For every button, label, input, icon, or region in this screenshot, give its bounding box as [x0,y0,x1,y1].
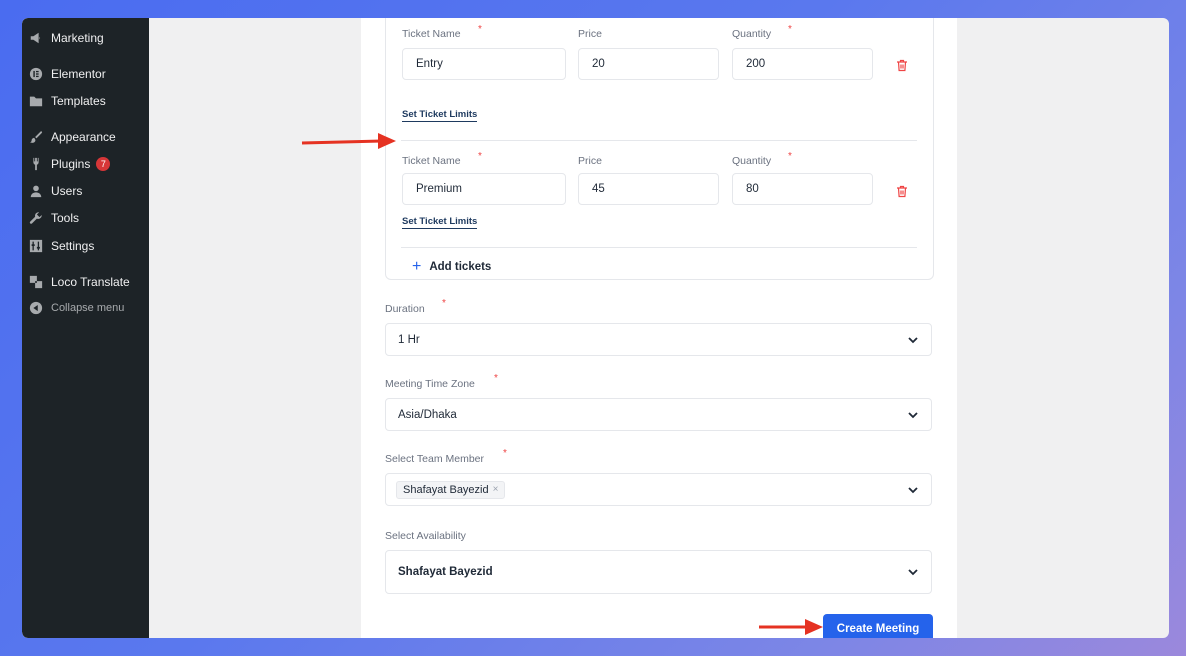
ticket-quantity-field[interactable]: 200 [732,48,873,80]
ticket-price-value: 20 [592,58,605,70]
required-mark: * [494,373,498,384]
sidebar-item-label: Plugins [51,157,91,171]
megaphone-icon [29,31,43,45]
chevron-down-icon [907,485,919,495]
annotation-arrow-icon [301,133,396,149]
required-mark: * [788,24,792,35]
annotation-arrow-icon [759,619,823,635]
duration-value: 1 Hr [398,333,420,346]
collapse-icon [29,301,43,315]
plugin-icon [29,157,43,171]
sidebar-item-label: Collapse menu [51,302,125,314]
create-meeting-button[interactable]: Create Meeting [823,614,933,638]
ticket-name-label: Ticket Name [402,155,461,167]
required-mark: * [478,151,482,162]
plus-icon: + [412,258,422,275]
timezone-select[interactable]: Asia/Dhaka [385,398,932,431]
price-label: Price [578,28,602,40]
sidebar-item-templates[interactable]: Templates [22,89,149,113]
ticket-divider [401,140,917,141]
delete-ticket-icon[interactable] [896,59,908,72]
delete-ticket-icon[interactable] [896,185,908,198]
chevron-down-icon [907,567,919,577]
ticket-name-field[interactable]: Entry [402,48,566,80]
chevron-down-icon [907,410,919,420]
team-member-select[interactable]: Shafayat Bayezid × [385,473,932,506]
tickets-section: Ticket Name * Price Quantity * Entry 20 … [385,18,934,280]
sidebar-item-label: Templates [51,94,106,108]
required-mark: * [503,448,507,459]
ticket-name-value: Entry [416,58,443,70]
required-mark: * [478,24,482,35]
duration-select[interactable]: 1 Hr [385,323,932,356]
sidebar-item-elementor[interactable]: Elementor [22,62,149,86]
team-member-chip: Shafayat Bayezid × [396,480,506,499]
sidebar-item-label: Appearance [51,130,116,144]
sidebar-item-label: Tools [51,211,80,225]
quantity-label: Quantity [732,28,772,40]
ticket-price-field[interactable]: 20 [578,48,719,80]
update-count-badge: 7 [96,157,111,171]
required-mark: * [788,151,792,162]
sidebar-item-label: Marketing [51,31,104,45]
ticket-price-field[interactable]: 45 [578,173,719,205]
ticket-name-label: Ticket Name [402,28,461,40]
duration-label: Duration [385,303,425,315]
required-mark: * [442,298,446,309]
set-ticket-limits-link[interactable]: Set Ticket Limits [402,109,478,122]
elementor-icon [29,67,43,81]
chevron-down-icon [907,335,919,345]
ticket-name-value: Premium [416,183,463,195]
admin-sidebar: Marketing Elementor Templates Appearance… [22,18,149,638]
set-ticket-limits-link[interactable]: Set Ticket Limits [402,216,478,229]
sidebar-item-appearance[interactable]: Appearance [22,125,149,149]
team-member-label: Select Team Member [385,453,485,465]
remove-chip-icon[interactable]: × [493,484,499,495]
app-window: Marketing Elementor Templates Appearance… [22,18,1169,638]
sidebar-item-label: Settings [51,239,95,253]
price-label: Price [578,155,602,167]
paintbrush-icon [29,130,43,144]
ticket-quantity-value: 80 [746,183,759,195]
sidebar-item-loco-translate[interactable]: Loco Translate [22,270,149,294]
timezone-value: Asia/Dhaka [398,408,457,421]
folder-icon [29,94,43,108]
meeting-form: Ticket Name * Price Quantity * Entry 20 … [361,18,957,638]
sidebar-item-label: Users [51,184,83,198]
sidebar-item-tools[interactable]: Tools [22,206,149,230]
sidebar-item-settings[interactable]: Settings [22,234,149,258]
add-tickets-button[interactable]: + Add tickets [412,258,492,275]
sidebar-item-users[interactable]: Users [22,179,149,203]
ticket-quantity-value: 200 [746,58,766,70]
availability-value: Shafayat Bayezid [398,566,493,578]
sidebar-item-marketing[interactable]: Marketing [22,26,149,50]
translate-icon [29,275,43,289]
ticket-price-value: 45 [592,183,605,195]
ticket-name-field[interactable]: Premium [402,173,566,205]
add-tickets-label: Add tickets [429,261,492,273]
wrench-icon [29,211,43,225]
availability-label: Select Availability [385,530,466,542]
user-icon [29,184,43,198]
sidebar-item-plugins[interactable]: Plugins 7 [22,152,149,176]
timezone-label: Meeting Time Zone [385,378,475,390]
ticket-quantity-field[interactable]: 80 [732,173,873,205]
availability-select[interactable]: Shafayat Bayezid [385,550,932,594]
sidebar-item-label: Elementor [51,67,106,81]
settings-icon [29,239,43,253]
chip-label: Shafayat Bayezid [403,483,489,496]
sidebar-collapse-menu[interactable]: Collapse menu [22,296,149,320]
quantity-label: Quantity [732,155,772,167]
sidebar-item-label: Loco Translate [51,275,130,289]
ticket-divider [401,247,917,248]
